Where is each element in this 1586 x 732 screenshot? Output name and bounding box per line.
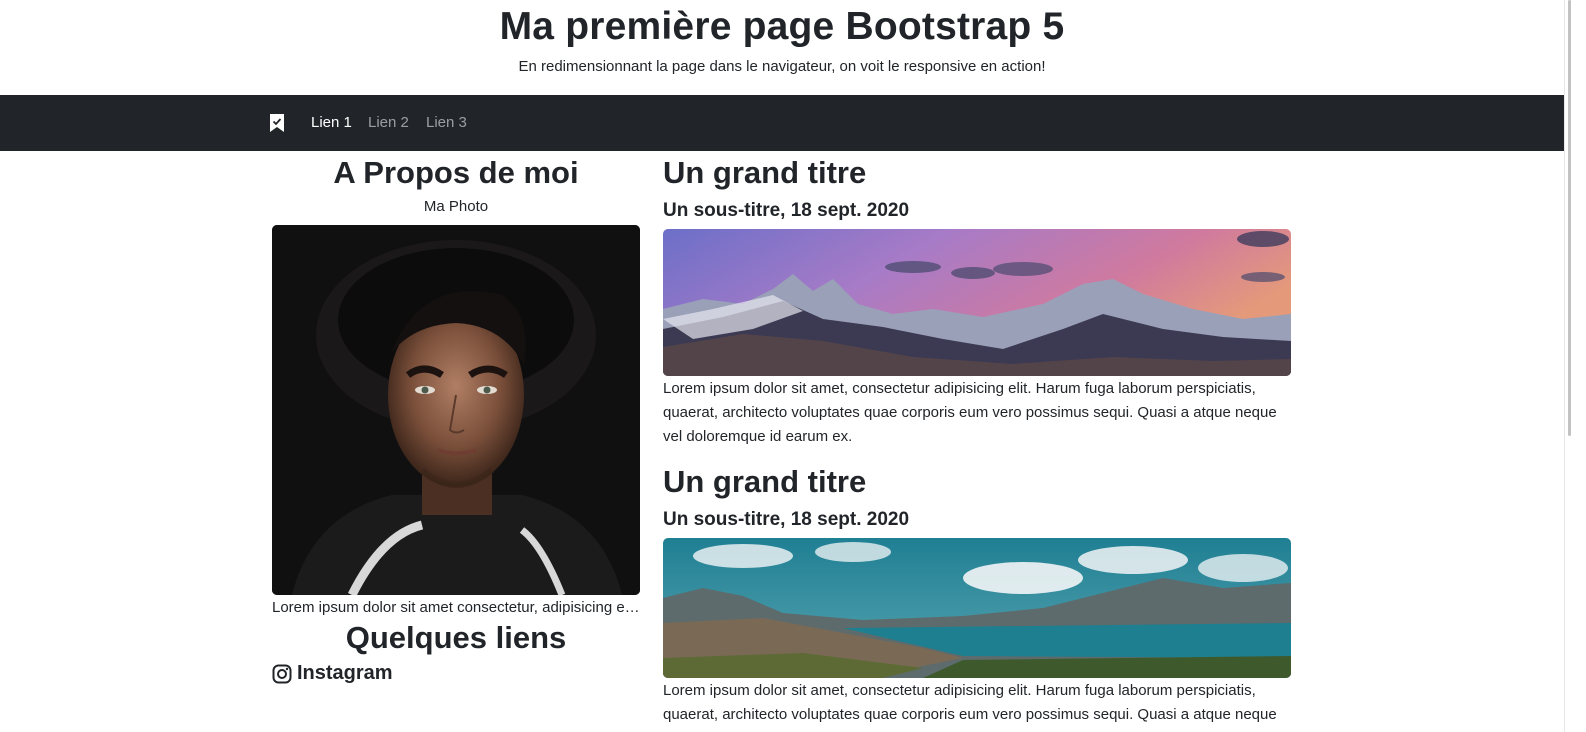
page-subtitle: En redimensionnant la page dans le navig…	[518, 58, 1046, 75]
nav-link-2[interactable]: Lien 2	[368, 114, 409, 131]
mountain-sunset-image	[663, 228, 1291, 376]
page-title: Ma première page Bootstrap 5	[499, 5, 1065, 48]
posts-section: Un grand titre Un sous-titre, 18 sept. 2…	[663, 151, 1291, 732]
post-text: Lorem ipsum dolor sit amet, consectetur …	[663, 681, 1277, 732]
post-title: Un grand titre	[663, 155, 867, 190]
nav-link-1[interactable]: Lien 1	[311, 114, 352, 131]
page-header: Ma première page Bootstrap 5 En redimens…	[0, 0, 1564, 95]
instagram-icon	[272, 664, 292, 684]
mountain-lake-image	[663, 537, 1291, 678]
scrollbar-thumb[interactable]	[1568, 0, 1571, 436]
post-subtitle: Un sous-titre, 18 sept. 2020	[663, 200, 910, 222]
photo-caption: Lorem ipsum dolor sit amet consectetur, …	[272, 599, 640, 617]
instagram-label: Instagram	[297, 662, 393, 685]
post-subtitle: Un sous-titre, 18 sept. 2020	[663, 508, 910, 530]
links-title: Quelques liens	[345, 620, 567, 656]
post-text: Lorem ipsum dolor sit amet, consectetur …	[663, 379, 1277, 445]
post-title: Un grand titre	[663, 463, 867, 499]
about-title: A Propos de moi	[333, 155, 579, 190]
post-card: Un grand titre Un sous-titre, 18 sept. 2…	[663, 155, 1291, 449]
about-section: A Propos de moi Ma Photo Lorem ipsum dol…	[272, 151, 640, 685]
nav-link-3[interactable]: Lien 3	[426, 114, 467, 131]
profile-photo	[272, 225, 640, 596]
instagram-link[interactable]: Instagram	[272, 662, 640, 685]
navbar: Lien 1 Lien 2 Lien 3	[0, 95, 1564, 151]
bookmark-check-icon[interactable]	[268, 113, 286, 133]
photo-label: Ma Photo	[423, 198, 489, 216]
post-card: Un grand titre Un sous-titre, 18 sept. 2…	[663, 463, 1291, 732]
page-scrollbar[interactable]	[1564, 0, 1586, 732]
